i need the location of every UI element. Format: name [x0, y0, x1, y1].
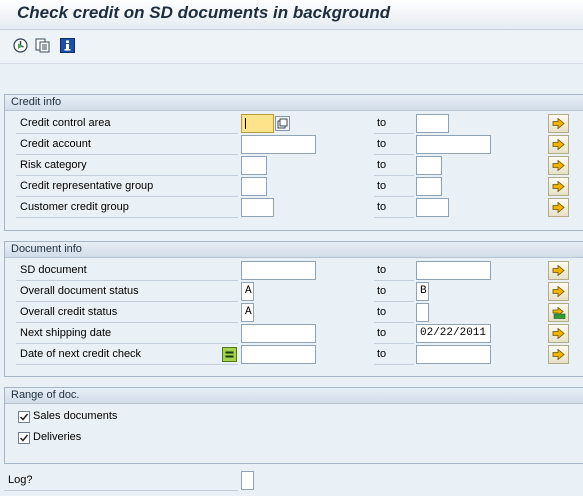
credit-control-area-to-input[interactable]	[416, 114, 449, 133]
document-info-header: Document info	[5, 242, 583, 258]
log-checkbox-field[interactable]	[241, 471, 254, 490]
next-shipping-date-multiple-selection-button[interactable]	[548, 324, 569, 343]
overall-document-status-multiple-selection-button[interactable]	[548, 282, 569, 301]
checkmark-icon	[19, 434, 29, 442]
next-shipping-date-label: Next shipping date	[16, 324, 238, 344]
credit-representative-group-label: Credit representative group	[16, 177, 238, 197]
credit-control-area-from-input[interactable]	[241, 114, 274, 133]
credit-account-to-input[interactable]	[416, 135, 491, 154]
overall-document-status-label: Overall document status	[16, 282, 238, 302]
date-of-next-credit-check-to-label: to	[374, 345, 414, 365]
application-toolbar	[0, 31, 583, 64]
arrow-right-icon	[552, 202, 565, 213]
deliveries-checkbox[interactable]	[18, 432, 30, 444]
overall-credit-status-multiple-selection-button[interactable]	[548, 303, 569, 322]
range-of-doc-group: Range of doc.	[4, 387, 583, 464]
risk-category-to-input[interactable]	[416, 156, 442, 175]
credit-account-label: Credit account	[16, 135, 238, 155]
risk-category-label: Risk category	[16, 156, 238, 176]
sd-document-multiple-selection-button[interactable]	[548, 261, 569, 280]
overall-document-status-to-label: to	[374, 282, 414, 302]
overall-document-status-to-input[interactable]: B	[416, 282, 429, 301]
get-variant-icon	[35, 38, 50, 53]
credit-control-area-to-label: to	[374, 114, 414, 134]
customer-credit-group-to-label: to	[374, 198, 414, 218]
equals-option-icon	[222, 347, 237, 362]
arrow-right-icon	[552, 118, 565, 129]
next-shipping-date-to-label: to	[374, 324, 414, 344]
credit-representative-group-to-label: to	[374, 177, 414, 197]
range-of-doc-header: Range of doc.	[5, 388, 583, 404]
credit-control-area-label: Credit control area	[16, 114, 238, 134]
overall-credit-status-label: Overall credit status	[16, 303, 238, 323]
arrow-right-icon	[552, 328, 565, 339]
arrow-right-icon	[552, 181, 565, 192]
customer-credit-group-to-input[interactable]	[416, 198, 449, 217]
date-of-next-credit-check-multiple-selection-button[interactable]	[548, 345, 569, 364]
sd-document-from-input[interactable]	[241, 261, 316, 280]
arrow-right-active-icon	[552, 306, 565, 319]
credit-account-to-label: to	[374, 135, 414, 155]
log-label: Log?	[4, 471, 238, 491]
credit-representative-group-from-input[interactable]	[241, 177, 267, 196]
page-title: Check credit on SD documents in backgrou…	[17, 3, 391, 22]
text-cursor	[245, 118, 246, 129]
credit-control-area-multiple-selection-button[interactable]	[548, 114, 569, 133]
arrow-right-icon	[552, 139, 565, 150]
execute-icon	[12, 37, 28, 53]
sales-documents-label: Sales documents	[33, 410, 118, 422]
customer-credit-group-from-input[interactable]	[241, 198, 274, 217]
sd-document-label: SD document	[16, 261, 238, 281]
sd-document-to-label: to	[374, 261, 414, 281]
execute-button[interactable]	[12, 37, 28, 53]
arrow-right-icon	[552, 265, 565, 276]
info-icon	[59, 37, 75, 53]
next-shipping-date-from-input[interactable]	[241, 324, 316, 343]
date-of-next-credit-check-from-input[interactable]	[241, 345, 316, 364]
date-of-next-credit-check-to-input[interactable]	[416, 345, 491, 364]
credit-representative-group-to-input[interactable]	[416, 177, 442, 196]
arrow-right-icon	[552, 160, 565, 171]
credit-info-header: Credit info	[5, 95, 583, 111]
arrow-right-icon	[552, 349, 565, 360]
search-help-icon	[275, 116, 290, 131]
credit-account-multiple-selection-button[interactable]	[548, 135, 569, 154]
arrow-right-icon	[552, 286, 565, 297]
selection-option-button[interactable]	[222, 347, 237, 362]
overall-credit-status-to-label: to	[374, 303, 414, 323]
credit-account-from-input[interactable]	[241, 135, 316, 154]
get-variant-button[interactable]	[35, 37, 51, 53]
checkmark-icon	[19, 413, 29, 421]
credit-representative-group-multiple-selection-button[interactable]	[548, 177, 569, 196]
risk-category-from-input[interactable]	[241, 156, 267, 175]
date-of-next-credit-check-label: Date of next credit check	[16, 345, 238, 365]
next-shipping-date-to-input[interactable]: 02/22/2011	[416, 324, 491, 343]
customer-credit-group-multiple-selection-button[interactable]	[548, 198, 569, 217]
search-help-button[interactable]	[275, 116, 290, 131]
overall-credit-status-from-input[interactable]: A	[241, 303, 254, 322]
overall-credit-status-to-input[interactable]	[416, 303, 429, 322]
overall-document-status-from-input[interactable]: A	[241, 282, 254, 301]
sales-documents-checkbox[interactable]	[18, 411, 30, 423]
info-button[interactable]	[59, 37, 75, 53]
risk-category-to-label: to	[374, 156, 414, 176]
deliveries-label: Deliveries	[33, 431, 82, 443]
customer-credit-group-label: Customer credit group	[16, 198, 238, 218]
sd-document-to-input[interactable]	[416, 261, 491, 280]
risk-category-multiple-selection-button[interactable]	[548, 156, 569, 175]
